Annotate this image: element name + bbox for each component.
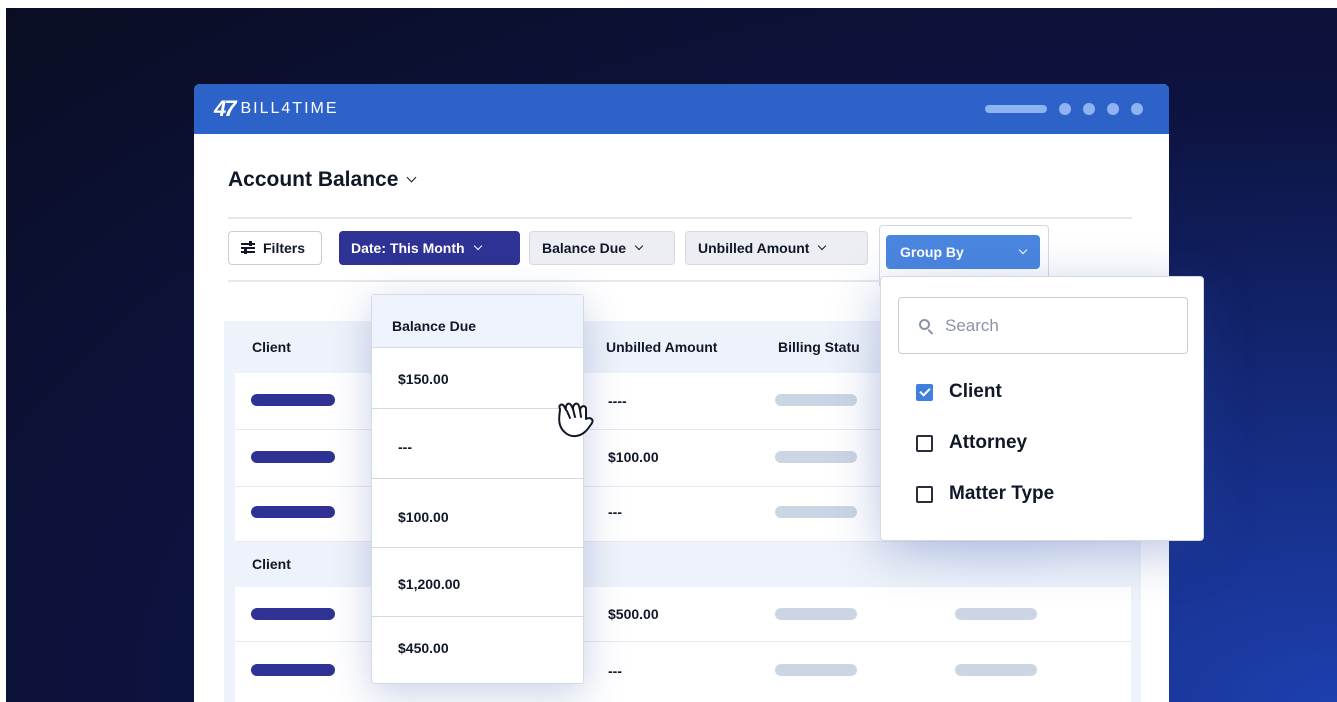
balance-due-title: Balance Due xyxy=(392,318,477,334)
date-filter-label: Date: This Month xyxy=(351,240,465,256)
group-header-client: Client xyxy=(252,556,291,572)
client-name-placeholder xyxy=(251,451,335,463)
sliders-icon xyxy=(241,241,255,254)
window-control-dot[interactable] xyxy=(1107,103,1119,115)
column-header-unbilled-amount[interactable]: Unbilled Amount xyxy=(606,339,717,355)
billing-status-placeholder xyxy=(775,451,857,463)
row-value-placeholder xyxy=(955,664,1037,676)
billing-status-placeholder xyxy=(775,506,857,518)
group-by-label: Group By xyxy=(900,244,964,260)
window-control-dot[interactable] xyxy=(1059,103,1071,115)
frame-edge-left xyxy=(0,0,6,702)
unbilled-amount-value: $100.00 xyxy=(608,449,659,465)
client-name-placeholder xyxy=(251,506,335,518)
balance-due-cell: $450.00 xyxy=(372,617,583,681)
unbilled-amount-filter-label: Unbilled Amount xyxy=(698,240,810,256)
search-placeholder: Search xyxy=(945,315,999,335)
balance-due-value: $1,200.00 xyxy=(398,576,461,592)
chevron-down-icon xyxy=(1018,245,1028,254)
app-logo[interactable]: 47 BILL4TIME xyxy=(214,96,339,122)
unbilled-amount-value: --- xyxy=(608,663,622,679)
unbilled-amount-value: --- xyxy=(608,504,622,520)
balance-due-cell: $1,200.00 xyxy=(372,548,583,617)
group-option-matter-type[interactable]: Matter Type xyxy=(916,483,1054,505)
row-value-placeholder xyxy=(955,608,1037,620)
table-row[interactable]: --- xyxy=(235,642,1131,702)
filters-label: Filters xyxy=(263,240,306,256)
unbilled-amount-value: $500.00 xyxy=(608,606,659,622)
checkbox-icon[interactable] xyxy=(916,485,933,503)
client-name-placeholder xyxy=(251,608,335,620)
group-option-client[interactable]: Client xyxy=(916,381,1002,403)
window-control-bar[interactable] xyxy=(985,105,1047,113)
logo-mark: 47 xyxy=(214,96,237,121)
billing-status-placeholder xyxy=(775,394,857,406)
search-icon xyxy=(919,318,933,333)
column-header-client[interactable]: Client xyxy=(252,339,291,355)
group-option-label: Client xyxy=(949,381,1002,402)
balance-due-filter-button[interactable]: Balance Due xyxy=(529,231,675,265)
balance-due-value: $100.00 xyxy=(398,509,449,525)
checkbox-icon[interactable] xyxy=(916,434,933,452)
chevron-down-icon xyxy=(634,241,644,250)
column-header-billing-status[interactable]: Billing Statu xyxy=(778,339,860,355)
app-name: BILL4TIME xyxy=(240,100,339,117)
unbilled-amount-filter-button[interactable]: Unbilled Amount xyxy=(685,231,868,265)
frame-edge-top xyxy=(0,0,1337,8)
page-title: Account Balance xyxy=(228,168,399,191)
hand-cursor-icon xyxy=(558,402,594,438)
billing-status-placeholder xyxy=(775,608,857,620)
balance-due-column-popup: Balance Due $150.00 --- $100.00 $1,200.0… xyxy=(371,294,584,684)
group-option-attorney[interactable]: Attorney xyxy=(916,432,1027,454)
balance-due-value: $450.00 xyxy=(398,640,449,656)
client-name-placeholder xyxy=(251,394,335,406)
chevron-down-icon xyxy=(473,241,482,250)
filters-button[interactable]: Filters xyxy=(228,231,322,265)
chevron-down-icon xyxy=(406,172,417,183)
balance-due-value: --- xyxy=(398,439,412,455)
checkbox-checked-icon[interactable] xyxy=(916,383,933,401)
group-option-label: Matter Type xyxy=(949,483,1055,504)
balance-due-filter-label: Balance Due xyxy=(542,240,627,256)
window-controls xyxy=(985,103,1143,115)
billing-status-placeholder xyxy=(775,664,857,676)
group-by-search-input[interactable]: Search xyxy=(898,297,1188,354)
window-control-dot[interactable] xyxy=(1131,103,1143,115)
client-name-placeholder xyxy=(251,664,335,676)
unbilled-amount-value: ---- xyxy=(608,393,627,409)
table-row[interactable]: $500.00 xyxy=(235,587,1131,642)
group-option-label: Attorney xyxy=(949,432,1028,453)
group-by-dropdown: Search Client Attorney Matter Type xyxy=(880,276,1204,541)
window-control-dot[interactable] xyxy=(1083,103,1095,115)
balance-due-value: $150.00 xyxy=(398,371,449,387)
balance-due-cell: $100.00 xyxy=(372,479,583,548)
chevron-down-icon xyxy=(818,241,827,250)
date-filter-button[interactable]: Date: This Month xyxy=(339,231,520,265)
divider xyxy=(228,217,1132,219)
balance-due-header[interactable]: Balance Due xyxy=(372,295,583,348)
title-bar: 47 BILL4TIME xyxy=(194,84,1169,134)
page-title-dropdown[interactable]: Account Balance xyxy=(228,168,417,192)
